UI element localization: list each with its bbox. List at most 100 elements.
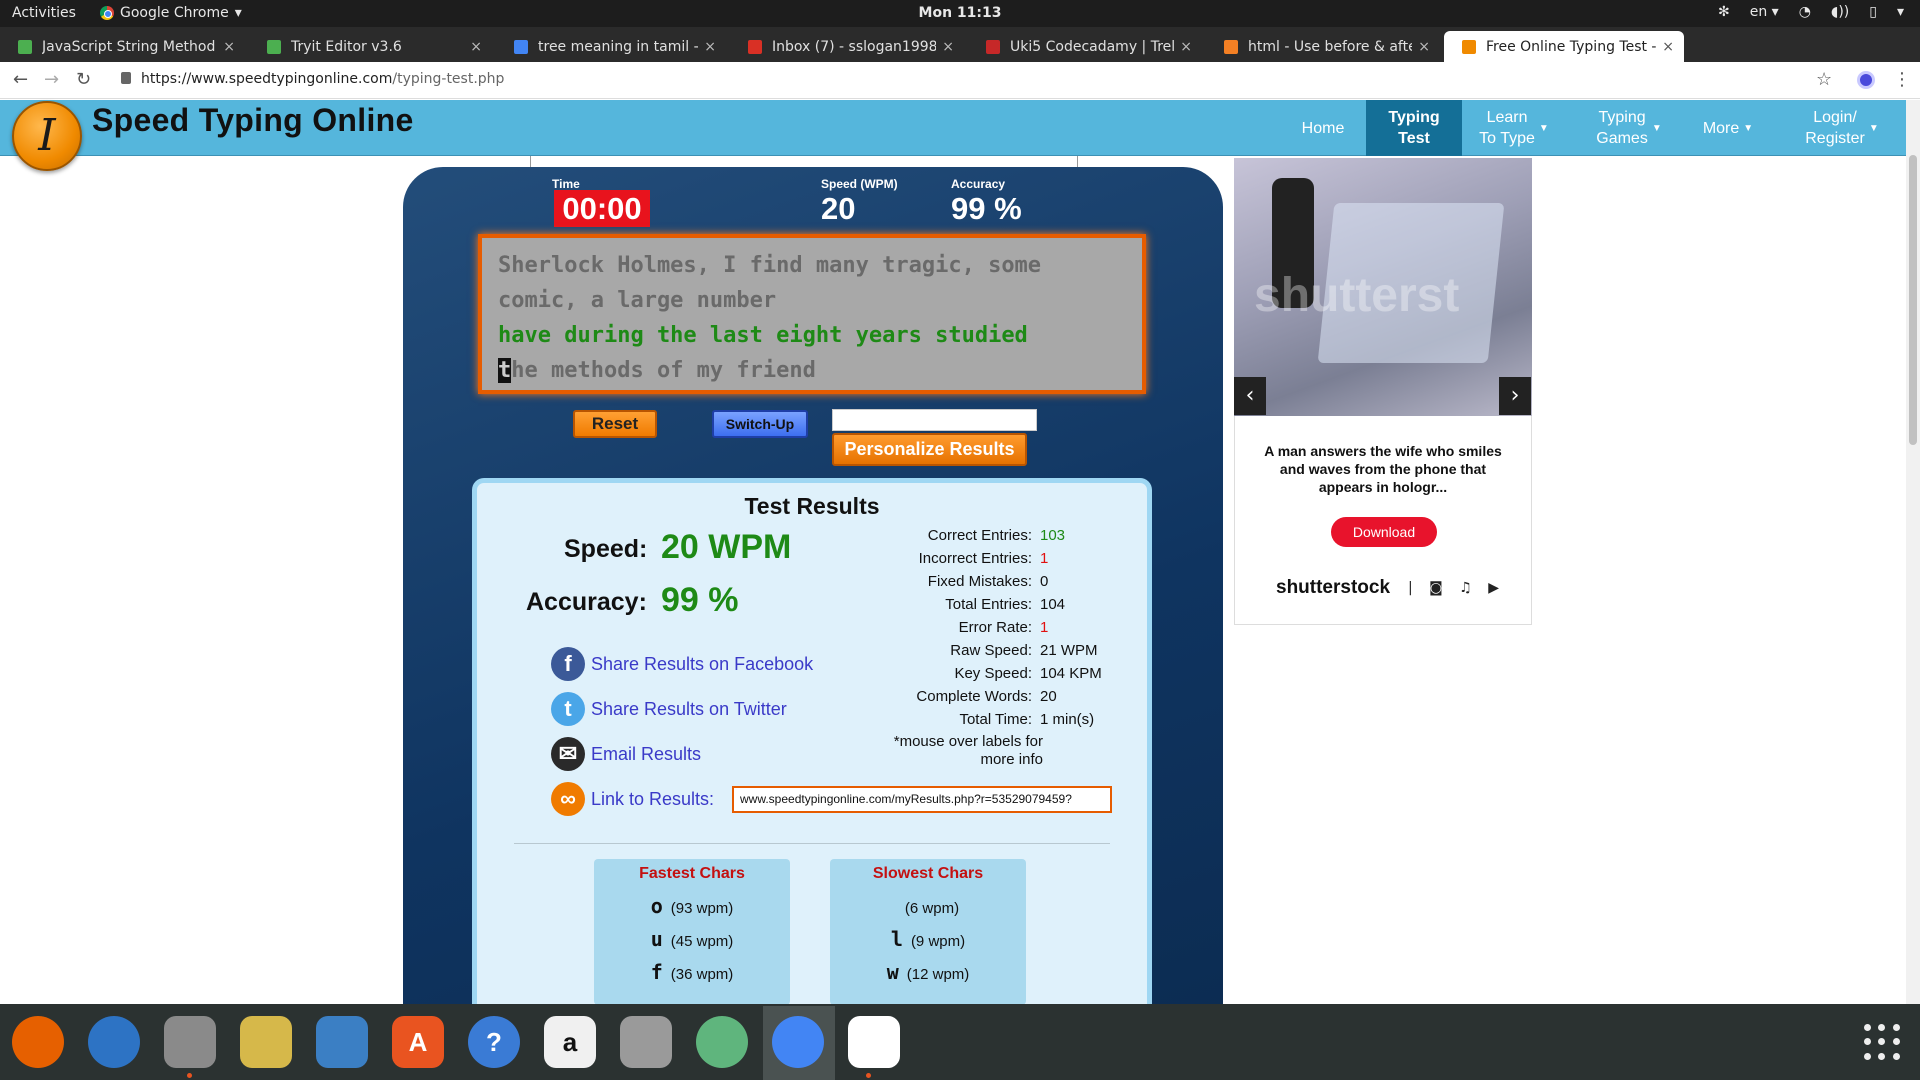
thunderbird-icon[interactable] [88,1016,140,1068]
libreoffice-icon[interactable] [316,1016,368,1068]
nav-item[interactable]: More ▼ [1686,100,1770,156]
site-title[interactable]: Speed Typing Online [92,102,414,139]
personalize-results-button[interactable]: Personalize Results [832,433,1027,466]
stat-row[interactable]: Correct Entries: 103 [880,527,1120,544]
nav-item[interactable]: Home [1288,100,1358,156]
atom-icon[interactable] [696,1016,748,1068]
nav-item[interactable]: Typing Test [1366,100,1462,156]
reload-button[interactable]: ↻ [76,69,91,90]
browser-tab[interactable]: Uki5 Codecadamy | Trello × [968,31,1202,62]
browser-tab[interactable]: tree meaning in tamil - Go × [496,31,726,62]
chrome-icon[interactable] [772,1016,824,1068]
caret-down-icon: ▼ [1743,122,1754,134]
show-applications-icon[interactable] [1864,1024,1900,1060]
battery-icon: ▯ [1869,4,1877,20]
email-results-label: Email Results [591,743,702,764]
share-facebook-link[interactable]: f Share Results on Facebook [551,647,813,681]
ad-prev-arrow[interactable]: ‹ [1234,377,1266,415]
software-center-icon[interactable]: A [392,1016,444,1068]
firefox-icon[interactable] [12,1016,64,1068]
share-twitter-label: Share Results on Twitter [591,698,787,719]
scrollbar-thumb[interactable] [1909,155,1917,445]
system-tray[interactable]: ✻ en ▾ ◔ ◖)) ▯ ▾ [1718,4,1904,20]
result-accuracy-label[interactable]: Accuracy: [526,588,647,617]
nav-item[interactable]: Login/Register ▼ [1786,100,1898,156]
stat-row[interactable]: Complete Words: 20 [880,688,1120,705]
files-icon[interactable] [164,1016,216,1068]
nav-item-text: Typing Games [1596,107,1648,149]
address-bar[interactable]: https://www.speedtypingonline.com/typing… [141,71,504,87]
ad-next-arrow[interactable]: › [1499,377,1531,415]
tab-close-icon[interactable]: × [942,39,954,55]
tab-close-icon[interactable]: × [470,39,482,55]
nav-item-label: More [1702,119,1740,137]
ad-download-button[interactable]: Download [1331,517,1437,547]
fastest-chars-title: Fastest Chars [639,865,745,882]
stat-row[interactable]: Key Speed: 104 KPM [880,665,1120,682]
char-glyph: o [650,894,663,918]
tab-close-icon[interactable]: × [223,39,235,55]
mouse-over-note: *mouse over labels for more info [893,733,1043,768]
char-glyph: f [650,960,663,984]
typing-text-area[interactable]: Sherlock Holmes, I find many tragic, som… [478,234,1146,394]
stat-label: Error Rate: [958,619,1032,636]
browser-tab[interactable]: Free Online Typing Test - S × [1444,31,1684,62]
stat-label: Fixed Mistakes: [927,573,1032,590]
nav-item-text: Login/Register [1805,107,1865,149]
stat-row[interactable]: Incorrect Entries: 1 [880,550,1120,567]
rhythmbox-icon[interactable] [240,1016,292,1068]
nav-item-label: Typing [1388,109,1440,126]
stat-row[interactable]: Raw Speed: 21 WPM [880,642,1120,659]
name-input[interactable] [832,409,1037,431]
browser-tab[interactable]: JavaScript String Method × [0,31,245,62]
ad-caption[interactable]: A man answers the wife who smiles and wa… [1254,442,1512,496]
app-grid-dot [1864,1038,1871,1046]
nav-item[interactable]: Learn To Type ▼ [1462,100,1566,156]
lock-icon[interactable] [121,72,131,84]
results-link-field[interactable]: www.speedtypingonline.com/myResults.php?… [732,786,1112,813]
stat-row[interactable]: Total Time: 1 min(s) [880,711,1120,728]
browser-tab[interactable]: html - Use before & after P × [1206,31,1440,62]
char-speed-row: u (45 wpm) [594,927,790,951]
amazon-icon[interactable]: a [544,1016,596,1068]
page-scrollbar[interactable] [1906,100,1920,1004]
stat-row[interactable]: Error Rate: 1 [880,619,1120,636]
forward-button[interactable]: → [44,69,59,90]
switch-up-button[interactable]: Switch-Up [712,410,808,438]
browser-tab[interactable]: Inbox (7) - sslogan1998@g × [730,31,964,62]
reset-button[interactable]: Reset [573,410,657,438]
bookmark-star-icon[interactable]: ☆ [1816,69,1832,90]
site-logo[interactable]: I [12,101,82,171]
extension-icon[interactable] [1857,71,1875,89]
stat-value: 21 WPM [1040,642,1098,659]
browser-tab[interactable]: Tryit Editor v3.6 × [249,31,492,62]
text-cursor: t [498,358,512,383]
volume-icon: ◖)) [1830,4,1850,20]
tab-close-icon[interactable]: × [1418,39,1430,55]
email-results-link[interactable]: ✉ Email Results [551,737,701,771]
stat-value: 104 KPM [1040,665,1102,682]
browser-menu-button[interactable]: ⋮ [1893,69,1911,90]
tab-close-icon[interactable]: × [1180,39,1192,55]
ad-brand-logo[interactable]: shutterstock [1276,577,1390,599]
ad-image[interactable]: shutterst [1234,158,1532,416]
slack-tray-icon[interactable]: ✻ [1718,4,1730,20]
tab-close-icon[interactable]: × [1662,39,1674,55]
system-top-bar: Activities Google Chrome ▾ Mon 11:13 ✻ e… [0,0,1920,27]
tab-label: tree meaning in tamil - Go [538,38,699,55]
link-to-results[interactable]: ∞ Link to Results: [551,782,714,816]
wifi-icon: ◔ [1798,4,1811,20]
clock[interactable]: Mon 11:13 [0,5,1920,21]
help-icon[interactable]: ? [468,1016,520,1068]
tab-close-icon[interactable]: × [704,39,716,55]
nav-item[interactable]: Typing Games ▼ [1572,100,1686,156]
share-twitter-link[interactable]: t Share Results on Twitter [551,692,787,726]
slack-icon[interactable] [848,1016,900,1068]
stat-row[interactable]: Total Entries: 104 [880,596,1120,613]
back-button[interactable]: ← [13,69,28,90]
tab-label: JavaScript String Method [42,38,216,55]
camera-icon[interactable] [620,1016,672,1068]
stat-row[interactable]: Fixed Mistakes: 0 [880,573,1120,590]
result-speed-label[interactable]: Speed: [564,535,647,564]
language-indicator[interactable]: en ▾ [1750,4,1779,20]
